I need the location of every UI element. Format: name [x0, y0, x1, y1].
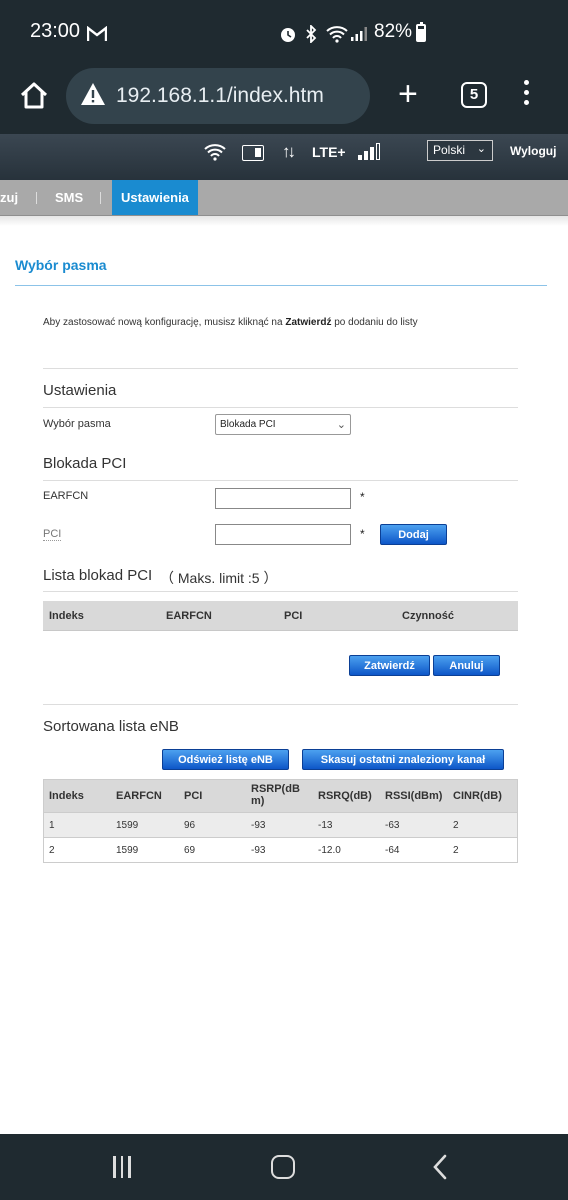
table-cell: -64: [385, 845, 400, 856]
section-title-pci-lock: Blokada PCI: [43, 455, 127, 472]
info-suffix: po dodaniu do listy: [331, 317, 418, 328]
divider: [43, 591, 518, 592]
nav-shadow: [0, 216, 568, 226]
alarm-icon: [281, 28, 295, 42]
home-icon[interactable]: [18, 80, 50, 112]
wifi-icon: [326, 26, 348, 43]
apply-button[interactable]: Zatwierdź: [349, 655, 430, 676]
table-cell: 1: [49, 820, 55, 831]
required-mark: *: [360, 527, 365, 541]
table-cell: -93: [251, 820, 266, 831]
table-cell: 69: [184, 845, 196, 856]
earfcn-label: EARFCN: [43, 490, 89, 502]
nav-separator: [36, 192, 37, 204]
band-select-label: Wybór pasma: [43, 418, 111, 430]
nav-separator: [100, 192, 101, 204]
new-tab-icon[interactable]: +: [398, 77, 418, 111]
column-header: Indeks: [49, 610, 84, 622]
section-title-enb-list: Sortowana lista eNB: [43, 718, 179, 735]
back-icon[interactable]: [432, 1154, 448, 1180]
nav-item-partial[interactable]: zuj: [0, 180, 18, 215]
table-cell: 96: [184, 820, 196, 831]
column-header: Indeks: [49, 790, 84, 802]
column-header: CINR(dB): [453, 790, 502, 802]
column-header: RSRQ(dB): [318, 790, 372, 802]
warning-icon[interactable]: [80, 82, 106, 106]
column-header: RSRP(dB m): [251, 783, 300, 807]
column-header: PCI: [284, 610, 303, 622]
column-header: Czynność: [402, 610, 454, 622]
language-select[interactable]: Polski ⌄: [427, 140, 493, 161]
nav-item-settings[interactable]: Ustawienia: [112, 180, 198, 215]
pci-input[interactable]: [215, 524, 351, 545]
section-title-lock-list: Lista blokad PCI: [43, 567, 153, 584]
address-bar[interactable]: 192.168.1.1/index.htm: [66, 68, 370, 124]
clear-last-channel-button[interactable]: Skasuj ostatni znaleziony kanał: [302, 749, 504, 770]
table-cell: 2: [453, 820, 459, 831]
lock-list-limit: （ Maks. limit :5 ）: [160, 570, 278, 586]
main-nav: zuj SMS Ustawienia: [0, 180, 568, 216]
clock: 23:00: [30, 20, 81, 42]
page-title: Wybór pasma: [15, 257, 107, 273]
wifi-status-icon: [204, 144, 226, 161]
info-prefix: Aby zastosować nową konfigurację, musisz…: [43, 317, 286, 328]
band-select[interactable]: Blokada PCI ⌄: [215, 414, 351, 435]
system-nav-bar: [0, 1134, 568, 1200]
table-cell: -12.0: [318, 845, 341, 856]
info-bold: Zatwierdź: [285, 317, 332, 328]
table-cell: -13: [318, 820, 333, 831]
status-bar: 23:00 82%: [0, 0, 568, 66]
chevron-down-icon: ⌄: [476, 143, 486, 155]
divider: [43, 407, 518, 408]
nav-item-sms[interactable]: SMS: [55, 180, 83, 215]
table-cell: -93: [251, 845, 266, 856]
required-mark: *: [360, 490, 365, 504]
table-cell: 1599: [116, 845, 139, 856]
enb-table: Indeks EARFCN PCI RSRP(dB m) RSRQ(dB) RS…: [43, 779, 518, 863]
divider: [43, 480, 518, 481]
refresh-enb-button[interactable]: Odśwież listę eNB: [162, 749, 289, 770]
logout-link[interactable]: Wyloguj: [510, 144, 556, 158]
tab-switcher-button[interactable]: 5: [461, 82, 487, 108]
lock-list-header: Indeks EARFCN PCI Czynność: [43, 601, 518, 631]
sim-icon: [242, 145, 264, 161]
router-header: ↑↓ LTE+ Polski ⌄ Wyloguj: [0, 134, 568, 180]
divider: [15, 285, 547, 286]
bluetooth-icon: [306, 25, 317, 43]
url-text[interactable]: 192.168.1.1/index.htm: [116, 84, 324, 108]
battery-percent: 82%: [374, 21, 413, 42]
divider: [43, 704, 518, 705]
column-header: EARFCN: [116, 790, 162, 802]
enb-table-header: Indeks EARFCN PCI RSRP(dB m) RSRQ(dB) RS…: [44, 780, 517, 812]
info-text: Aby zastosować nową konfigurację, musisz…: [43, 317, 418, 328]
table-cell: 1599: [116, 820, 139, 831]
add-button[interactable]: Dodaj: [380, 524, 447, 545]
chevron-down-icon: ⌄: [336, 419, 346, 431]
battery-icon: [416, 22, 426, 42]
data-transfer-icon: ↑↓: [282, 142, 296, 161]
column-header: EARFCN: [166, 610, 212, 622]
browser-toolbar: 192.168.1.1/index.htm + 5: [0, 66, 568, 134]
band-select-value: Blokada PCI: [220, 419, 276, 430]
gmail-icon: [87, 26, 107, 41]
signal-strength-icon: [358, 142, 382, 160]
section-title-settings: Ustawienia: [43, 382, 117, 399]
table-cell: -63: [385, 820, 400, 831]
table-row: 2 1599 69 -93 -12.0 -64 2: [44, 837, 517, 862]
column-header: PCI: [184, 790, 203, 802]
table-row: 1 1599 96 -93 -13 -63 2: [44, 812, 517, 837]
language-value: Polski: [433, 143, 466, 157]
table-cell: 2: [49, 845, 55, 856]
network-type: LTE+: [312, 144, 346, 160]
table-cell: 2: [453, 845, 459, 856]
cancel-button[interactable]: Anuluj: [433, 655, 500, 676]
divider: [43, 368, 518, 369]
signal-icon: [351, 27, 367, 41]
home-button-icon[interactable]: [271, 1155, 295, 1179]
pci-label: PCI: [43, 528, 62, 541]
recent-apps-icon[interactable]: [113, 1156, 136, 1183]
menu-icon[interactable]: [524, 80, 534, 110]
column-header: RSSI(dBm): [385, 790, 443, 802]
earfcn-input[interactable]: [215, 488, 351, 509]
